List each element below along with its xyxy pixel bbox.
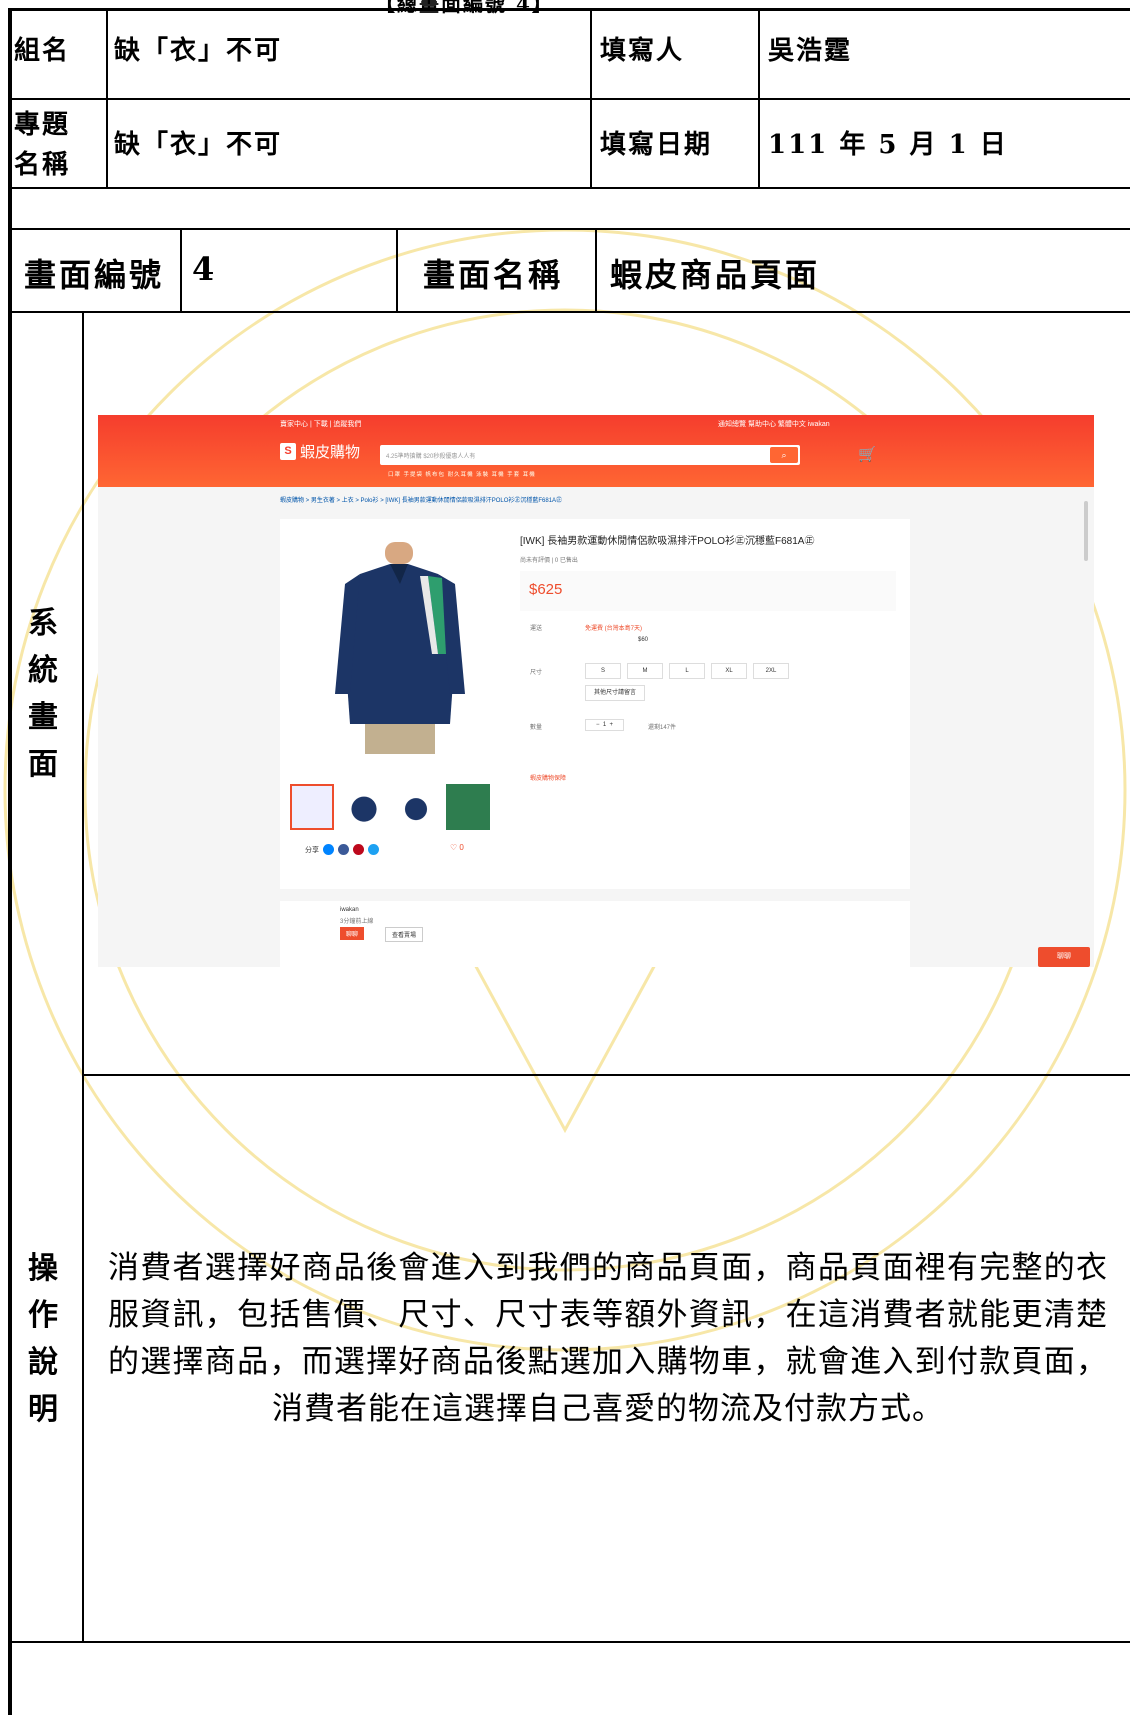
size-option[interactable]: S <box>585 663 621 679</box>
system-screen-label: 系 統 畫 面 <box>28 606 58 782</box>
thumbnail-size-chart[interactable] <box>446 784 490 830</box>
topic-label-line2: 名稱 <box>14 150 71 180</box>
breadcrumb[interactable]: 蝦皮購物 > 男生衣著 > 上衣 > Polo衫 > [IWK] 長袖男款運動休… <box>280 495 562 504</box>
search-input[interactable]: 4.25準時搶購 $20秒殺優惠人人有 ⌕ <box>380 445 800 465</box>
shop-name[interactable]: iwakan <box>340 907 359 913</box>
shopee-header: 賣家中心 | 下載 | 追蹤我們 通知總覽 幫助中心 繁體中文 iwakan S… <box>98 415 1094 487</box>
thumbnail-3[interactable] <box>394 784 438 830</box>
operation-description: 消費者選擇好商品後會進入到我們的商品頁面，商品頁面裡有完整的衣服資訊，包括售價、… <box>108 1250 1108 1427</box>
twitter-icon[interactable] <box>368 844 379 855</box>
product-main-image[interactable] <box>290 534 508 764</box>
screen-name-label: 畫面名稱 <box>423 256 564 294</box>
screen-name-value: 蝦皮商品頁面 <box>610 256 821 294</box>
operation-label: 操 作 說 明 <box>28 1251 58 1427</box>
hot-search-words[interactable]: 口罩 手提袋 帆布包 耐久耳機 泳裝 耳機 手套 耳機 <box>388 470 536 478</box>
chat-button[interactable]: 聊聊 <box>340 927 365 940</box>
price: $625 <box>529 581 563 598</box>
stock-count: 還剩147件 <box>648 725 677 731</box>
view-shop-button[interactable]: 查看賣場 <box>385 927 424 942</box>
date-label: 填寫日期 <box>600 130 713 160</box>
filler-value: 吳浩霆 <box>768 36 853 66</box>
topic-value: 缺「衣」不可 <box>114 130 283 160</box>
topic-label-line1: 專題 <box>14 110 71 140</box>
shopee-product-screenshot: 賣家中心 | 下載 | 追蹤我們 通知總覽 幫助中心 繁體中文 iwakan S… <box>98 415 1094 967</box>
share-row: 分享 <box>305 844 379 855</box>
search-icon[interactable]: ⌕ <box>770 447 798 463</box>
product-title: [IWK] 長袖男款運動休閒情侶款吸濕排汗POLO衫㊣沉穩藍F681A㊣ <box>520 536 815 547</box>
floating-chat-button[interactable]: 聊聊 <box>1038 947 1090 967</box>
like-button[interactable]: ♡ 0 <box>450 843 464 852</box>
quantity-stepper[interactable]: − 1 + <box>585 719 625 731</box>
messenger-icon[interactable] <box>323 844 334 855</box>
shipping-value: 免運費 (台灣本島7天) <box>585 626 643 632</box>
shop-status: 3分鐘前上線 <box>340 919 374 925</box>
shopee-bag-icon: S <box>280 443 296 460</box>
thumbnail-strip <box>290 784 490 830</box>
shopee-logo[interactable]: S 蝦皮購物 <box>280 441 360 462</box>
thumbnail-1[interactable] <box>290 784 334 830</box>
size-option[interactable]: M <box>627 663 663 679</box>
group-label: 組名 <box>14 36 71 66</box>
product-ratings: 尚未有評價 | 0 已售出 <box>520 558 578 564</box>
date-value: 111 年 5 月 1 日 <box>768 130 1008 160</box>
shop-info: iwakan 3分鐘前上線 聊聊 查看賣場 <box>280 901 910 967</box>
filler-label: 填寫人 <box>600 36 685 66</box>
guarantee-badge: 蝦皮購物保障 <box>530 776 567 782</box>
product-card: 分享 ♡ 0 [IWK] 長袖男款運動休閒情侶款吸濕排汗POLO衫㊣沉穩藍F68… <box>280 519 910 889</box>
size-option[interactable]: 2XL <box>753 663 789 679</box>
cart-icon[interactable]: 🛒 <box>858 445 877 463</box>
price-box: $625 <box>520 571 896 611</box>
size-chart-option[interactable]: 其他尺寸請留言 <box>585 685 645 701</box>
facebook-icon[interactable] <box>338 844 349 855</box>
size-option[interactable]: L <box>669 663 705 679</box>
pinterest-icon[interactable] <box>353 844 364 855</box>
group-value: 缺「衣」不可 <box>114 36 283 66</box>
size-option[interactable]: XL <box>711 663 747 679</box>
thumbnail-2[interactable] <box>342 784 386 830</box>
screen-number-label: 畫面編號 <box>24 256 165 294</box>
screen-number-value: 4 <box>192 250 218 288</box>
scrollbar[interactable] <box>1084 501 1088 561</box>
shipping-fee[interactable]: $60 <box>638 637 648 643</box>
